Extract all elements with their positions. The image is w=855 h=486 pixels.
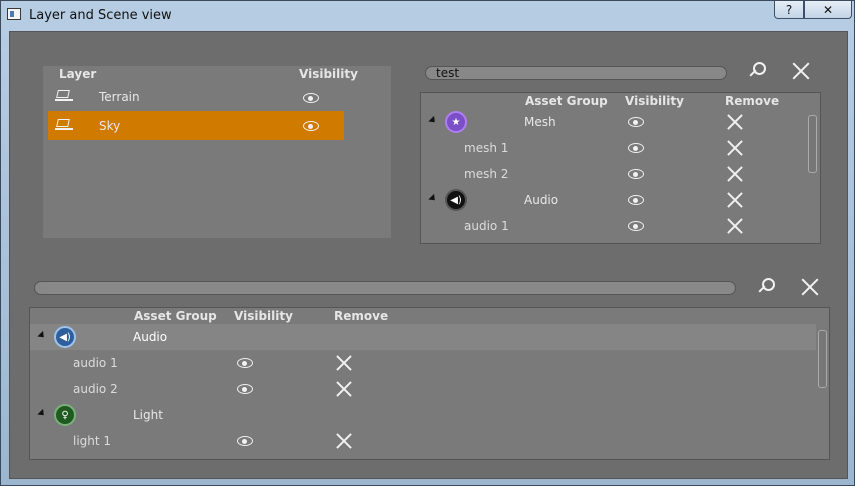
remove-icon[interactable] [727,192,743,208]
tree-row-audio-1[interactable]: audio 1 [421,213,805,239]
asset-label: light 1 [73,434,112,448]
layer-label: Terrain [99,90,140,104]
tree-row-light-1[interactable]: light 1 [30,428,816,454]
tree-row-audio[interactable]: ◀) Audio [30,324,816,350]
layer-label: Sky [99,119,121,133]
eye-icon[interactable] [628,221,644,231]
top-search-input[interactable]: test [425,66,727,80]
bottom-scene-tree: Asset Group Visibility Remove ◀) Audio a… [29,307,830,460]
clear-search-icon[interactable] [792,62,810,80]
eye-icon[interactable] [303,121,319,131]
group-label: Audio [133,330,168,344]
group-label: Audio [524,193,559,207]
clear-search-icon[interactable] [801,278,819,296]
eye-icon[interactable] [628,169,644,179]
asset-label: mesh 1 [464,141,509,155]
mesh-icon: ★ [445,111,467,133]
app-icon [7,8,21,20]
asset-label: audio 1 [464,219,509,233]
eye-icon[interactable] [628,117,644,127]
speaker-icon: ◀) [445,189,467,211]
remove-icon[interactable] [727,166,743,182]
eye-icon[interactable] [237,358,253,368]
layer-scene-window: Layer and Scene view ? ✕ Layer Visibilit… [0,0,855,486]
tree-row-audio[interactable]: ◀) Audio [421,187,805,213]
speaker-icon: ◀) [54,326,76,348]
layer-icon [55,119,73,131]
tree-row-light[interactable]: ♀ Light [30,402,816,428]
eye-icon[interactable] [303,93,319,103]
eye-icon[interactable] [628,143,644,153]
visibility-column-header: Visibility [625,94,684,108]
asset-group-column-header: Asset Group [525,94,608,108]
tree-row-mesh[interactable]: ★ Mesh [421,109,805,135]
asset-label: audio 2 [73,382,118,396]
remove-column-header: Remove [334,309,389,323]
title-bar[interactable]: Layer and Scene view ? ✕ [1,1,854,31]
bottom-tree-scrollbar[interactable] [818,330,827,388]
expand-arrow-icon[interactable] [428,193,438,204]
close-window-button[interactable]: ✕ [804,1,852,19]
eye-icon[interactable] [237,436,253,446]
top-tree-scrollbar[interactable] [808,115,817,173]
tree-row-audio-2[interactable]: audio 2 [30,376,816,402]
remove-icon[interactable] [336,381,352,397]
tree-row-mesh-1[interactable]: mesh 1 [421,135,805,161]
group-label: Light [133,408,163,422]
client-area: Layer Visibility Terrain Sky test Asset … [9,31,848,479]
remove-icon[interactable] [336,433,352,449]
search-icon[interactable] [756,277,776,297]
group-label: Mesh [524,115,556,129]
top-scene-tree: Asset Group Visibility Remove ★ Mesh mes… [420,92,821,244]
remove-icon[interactable] [727,218,743,234]
layer-icon [55,90,73,102]
tree-row-audio-1[interactable]: audio 1 [30,350,816,376]
remove-icon[interactable] [336,355,352,371]
layer-row-sky[interactable]: Sky [48,111,344,140]
eye-icon[interactable] [237,384,253,394]
asset-label: audio 1 [73,356,118,370]
remove-column-header: Remove [725,94,780,108]
expand-arrow-icon[interactable] [428,115,438,126]
help-button[interactable]: ? [774,1,804,19]
expand-arrow-icon[interactable] [37,330,47,341]
tree-row-mesh-2[interactable]: mesh 2 [421,161,805,187]
lightbulb-icon: ♀ [54,404,76,426]
bottom-search-input[interactable] [34,281,736,295]
visibility-column-header: Visibility [234,309,293,323]
visibility-column-header: Visibility [299,67,358,81]
remove-icon[interactable] [727,140,743,156]
asset-label: mesh 2 [464,167,509,181]
window-title: Layer and Scene view [29,8,172,23]
layer-panel: Layer Visibility Terrain Sky [43,66,391,238]
layer-column-header: Layer [59,67,97,81]
layer-row-terrain[interactable]: Terrain [48,85,344,111]
remove-icon[interactable] [727,114,743,130]
search-icon[interactable] [747,61,767,81]
eye-icon[interactable] [628,195,644,205]
asset-group-column-header: Asset Group [134,309,217,323]
expand-arrow-icon[interactable] [37,408,47,419]
